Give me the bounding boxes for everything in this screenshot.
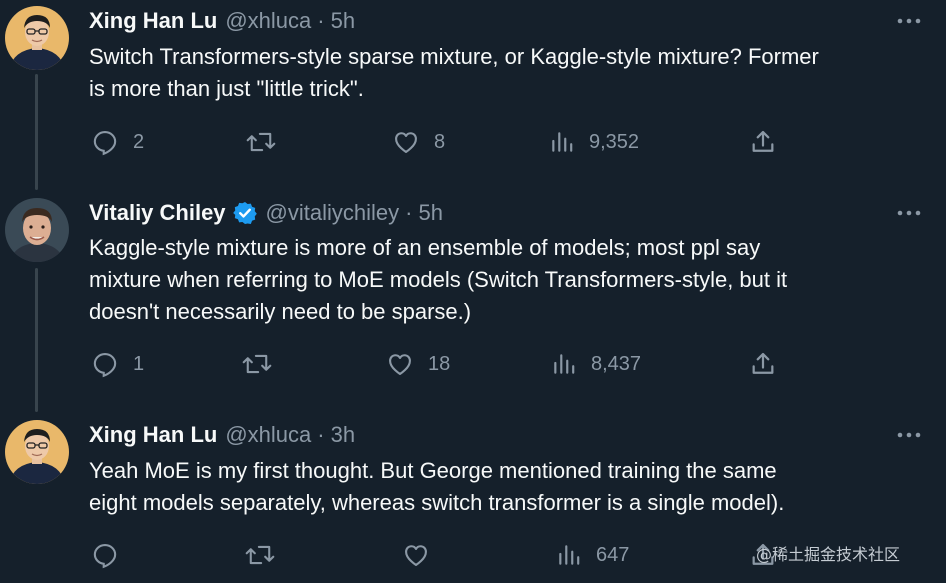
tweet-text: Yeah MoE is my first thought. But George… [89, 455, 929, 519]
retweet-icon [246, 128, 276, 156]
reply-count: 1 [133, 352, 145, 375]
avatar-xhluca[interactable] [5, 6, 69, 70]
timestamp[interactable]: 3h [331, 422, 355, 448]
watermark: @稀土掘金技术社区 [756, 545, 901, 564]
retweet-button[interactable] [246, 127, 290, 157]
views-count: 9,352 [589, 130, 640, 153]
reply-icon [91, 350, 119, 378]
tweet-header: Vitaliy Chiley @vitaliychiley · 5h [89, 198, 443, 228]
author-name[interactable]: Vitaliy Chiley [89, 200, 226, 226]
like-icon [392, 128, 420, 156]
retweet-button[interactable] [242, 349, 286, 379]
reply-button[interactable]: 2 [91, 127, 144, 157]
avatar-xhluca[interactable] [5, 420, 69, 484]
tweet-actions: 1 18 8,437 [89, 349, 789, 379]
views-icon [549, 128, 575, 156]
tweet[interactable]: Xing Han Lu @xhluca · 5h Switch Transfor… [0, 6, 946, 186]
share-icon [749, 350, 777, 378]
like-button[interactable] [402, 540, 444, 570]
tweet-text-line: is more than just "little trick". [89, 76, 364, 101]
tweet-text: Switch Transformers-style sparse mixture… [89, 41, 929, 105]
views-icon [551, 350, 577, 378]
reply-button[interactable]: 1 [91, 349, 144, 379]
tweet-text-line: Switch Transformers-style sparse mixture… [89, 44, 819, 69]
avatar-vitaliychiley[interactable] [5, 198, 69, 262]
views-count: 8,437 [591, 352, 642, 375]
tweet-actions: 2 8 9,352 [89, 127, 789, 157]
author-handle[interactable]: @xhluca [225, 8, 311, 34]
like-count: 18 [428, 352, 451, 375]
tweet[interactable]: Vitaliy Chiley @vitaliychiley · 5h Kaggl… [0, 198, 946, 398]
reply-count: 2 [133, 130, 145, 153]
more-icon[interactable] [896, 200, 922, 226]
separator-dot: · [317, 422, 325, 447]
like-button[interactable]: 8 [392, 127, 445, 157]
like-count: 8 [434, 130, 446, 153]
tweet-text-line: Kaggle-style mixture is more of an ensem… [89, 235, 761, 260]
separator-dot: · [405, 200, 413, 225]
views-button[interactable]: 8,437 [551, 349, 641, 379]
timestamp[interactable]: 5h [331, 8, 355, 34]
share-icon [749, 128, 777, 156]
reply-icon [91, 128, 119, 156]
tweet-actions: 647 [89, 540, 789, 570]
author-name[interactable]: Xing Han Lu [89, 422, 217, 448]
author-handle[interactable]: @vitaliychiley [266, 200, 400, 226]
share-button[interactable] [749, 127, 777, 157]
views-button[interactable]: 9,352 [549, 127, 639, 157]
author-name[interactable]: Xing Han Lu [89, 8, 217, 34]
tweet-text: Kaggle-style mixture is more of an ensem… [89, 232, 929, 328]
like-icon [402, 541, 430, 569]
more-icon[interactable] [896, 422, 922, 448]
retweet-icon [242, 350, 272, 378]
reply-icon [91, 541, 119, 569]
reply-button[interactable] [91, 540, 133, 570]
author-handle[interactable]: @xhluca [225, 422, 311, 448]
timestamp[interactable]: 5h [418, 200, 442, 226]
views-icon [556, 541, 582, 569]
separator-dot: · [317, 8, 325, 33]
views-count: 647 [596, 543, 630, 566]
tweet-text-line: Yeah MoE is my first thought. But George… [89, 458, 777, 483]
like-button[interactable]: 18 [386, 349, 450, 379]
retweet-button[interactable] [245, 540, 289, 570]
like-icon [386, 350, 414, 378]
retweet-icon [245, 541, 275, 569]
share-button[interactable] [749, 349, 777, 379]
verified-badge-icon [232, 200, 258, 226]
tweet-header: Xing Han Lu @xhluca · 5h [89, 6, 355, 36]
tweet-text-line: mixture when referring to MoE models (Sw… [89, 267, 788, 292]
tweet-header: Xing Han Lu @xhluca · 3h [89, 420, 355, 450]
views-button[interactable]: 647 [556, 540, 629, 570]
tweet-text-line: eight models separately, whereas switch … [89, 490, 785, 515]
more-icon[interactable] [896, 8, 922, 34]
tweet-text-line: doesn't necessarily need to be sparse.) [89, 299, 472, 324]
